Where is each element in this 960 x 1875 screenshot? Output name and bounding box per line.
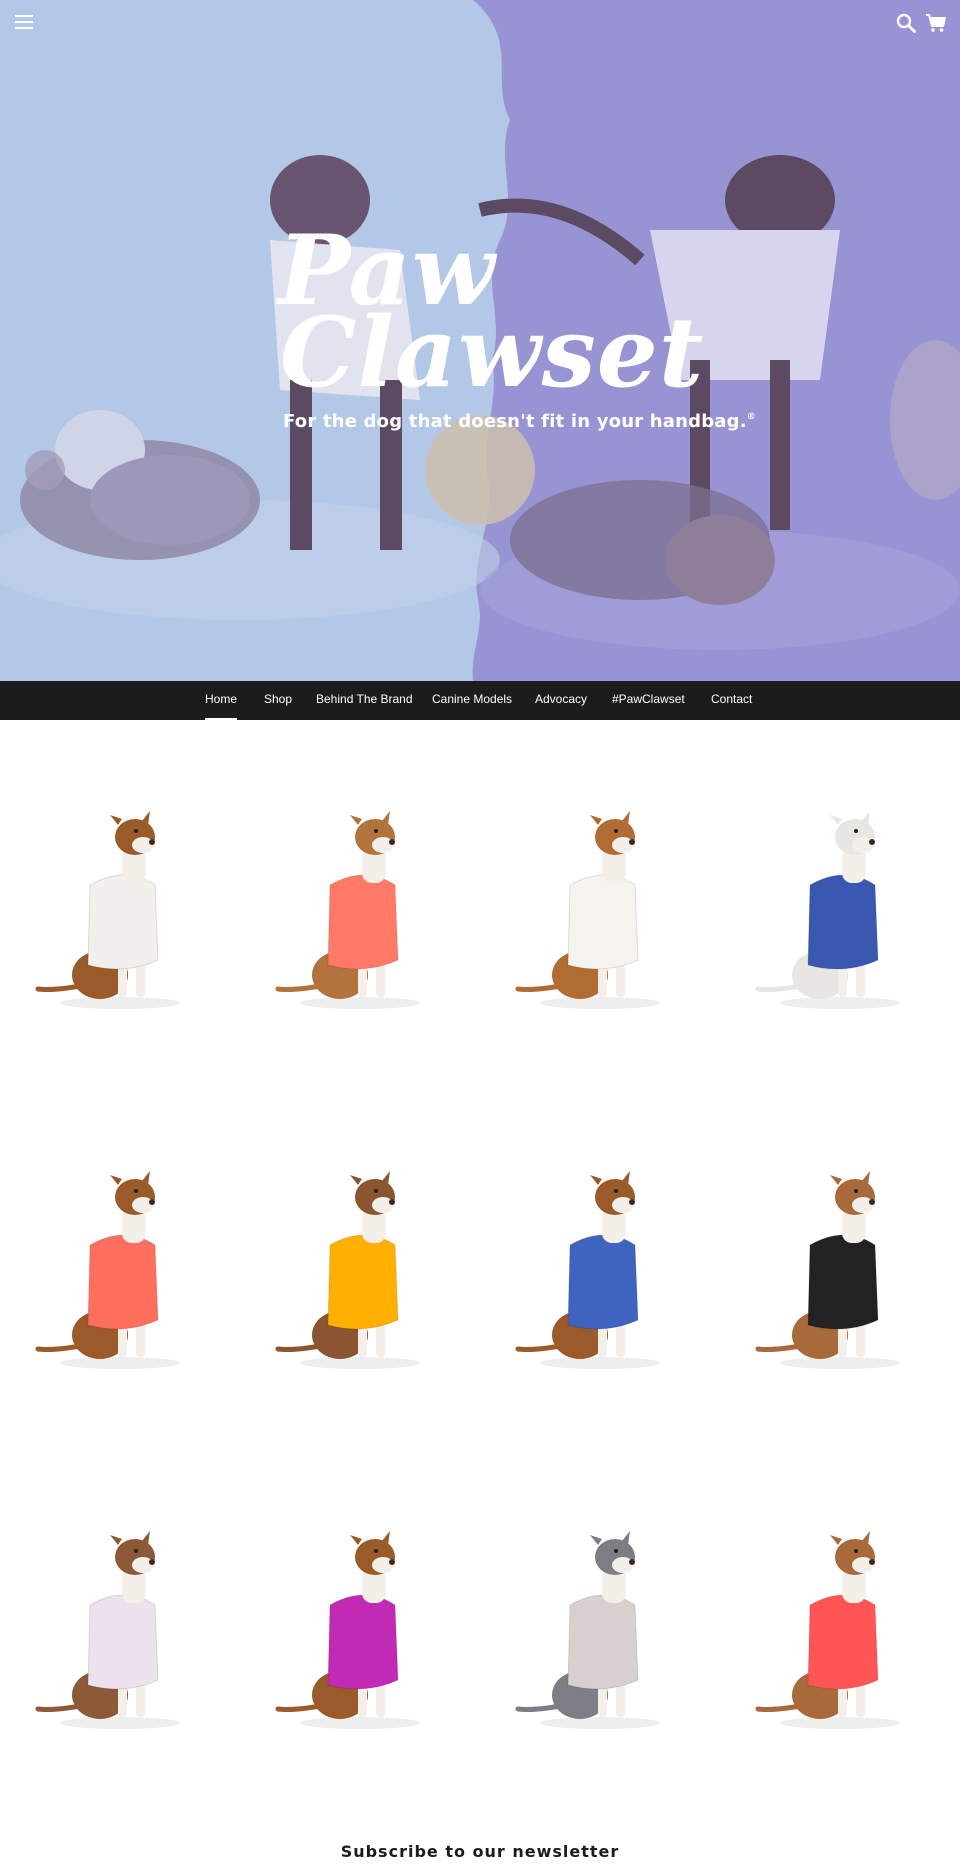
nav-home[interactable]: Home (205, 681, 238, 720)
brand-logo[interactable]: Paw Clawset (278, 223, 705, 409)
product-card[interactable] (720, 1100, 960, 1430)
product-card[interactable] (720, 740, 960, 1070)
hamburger-menu-icon[interactable] (8, 6, 40, 38)
main-navigation: Home Shop Behind The Brand Canine Models… (0, 681, 960, 720)
product-image (755, 811, 900, 1009)
product-card[interactable] (480, 1100, 720, 1430)
nav-shop[interactable]: Shop (264, 681, 292, 720)
product-image (275, 1531, 420, 1729)
search-icon[interactable] (890, 7, 922, 39)
top-bar (0, 0, 960, 46)
product-image (755, 1171, 900, 1369)
logo-word-2: Clawset (280, 296, 705, 409)
product-card[interactable] (240, 1460, 480, 1790)
nav-behind-the-brand[interactable]: Behind The Brand (316, 681, 413, 720)
product-image (35, 1171, 180, 1369)
product-card[interactable] (480, 740, 720, 1070)
product-card[interactable] (720, 1460, 960, 1790)
nav-canine-models[interactable]: Canine Models (432, 681, 512, 720)
registered-mark: ® (746, 412, 756, 422)
product-image (515, 1171, 660, 1369)
newsletter-heading: Subscribe to our newsletter (340, 1842, 620, 1861)
product-image (755, 1531, 900, 1729)
hero-tagline: For the dog that doesn't fit in your han… (283, 411, 756, 432)
product-card[interactable] (240, 740, 480, 1070)
product-card[interactable] (0, 1460, 240, 1790)
shopping-cart-icon[interactable] (920, 7, 952, 39)
product-card[interactable] (0, 740, 240, 1070)
product-card[interactable] (240, 1100, 480, 1430)
product-image (275, 811, 420, 1009)
nav-contact[interactable]: Contact (711, 681, 752, 720)
product-image (275, 1171, 420, 1369)
product-image (35, 811, 180, 1009)
nav-pawclawset[interactable]: #PawClawset (612, 681, 685, 720)
product-card[interactable] (480, 1460, 720, 1790)
product-image (515, 1531, 660, 1729)
hero-banner: Paw Clawset For the dog that doesn't fit… (0, 0, 960, 681)
nav-advocacy[interactable]: Advocacy (535, 681, 587, 720)
tagline-text: For the dog that doesn't fit in your han… (283, 411, 747, 432)
product-card[interactable] (0, 1100, 240, 1430)
product-image (35, 1531, 180, 1729)
product-image (515, 811, 660, 1009)
